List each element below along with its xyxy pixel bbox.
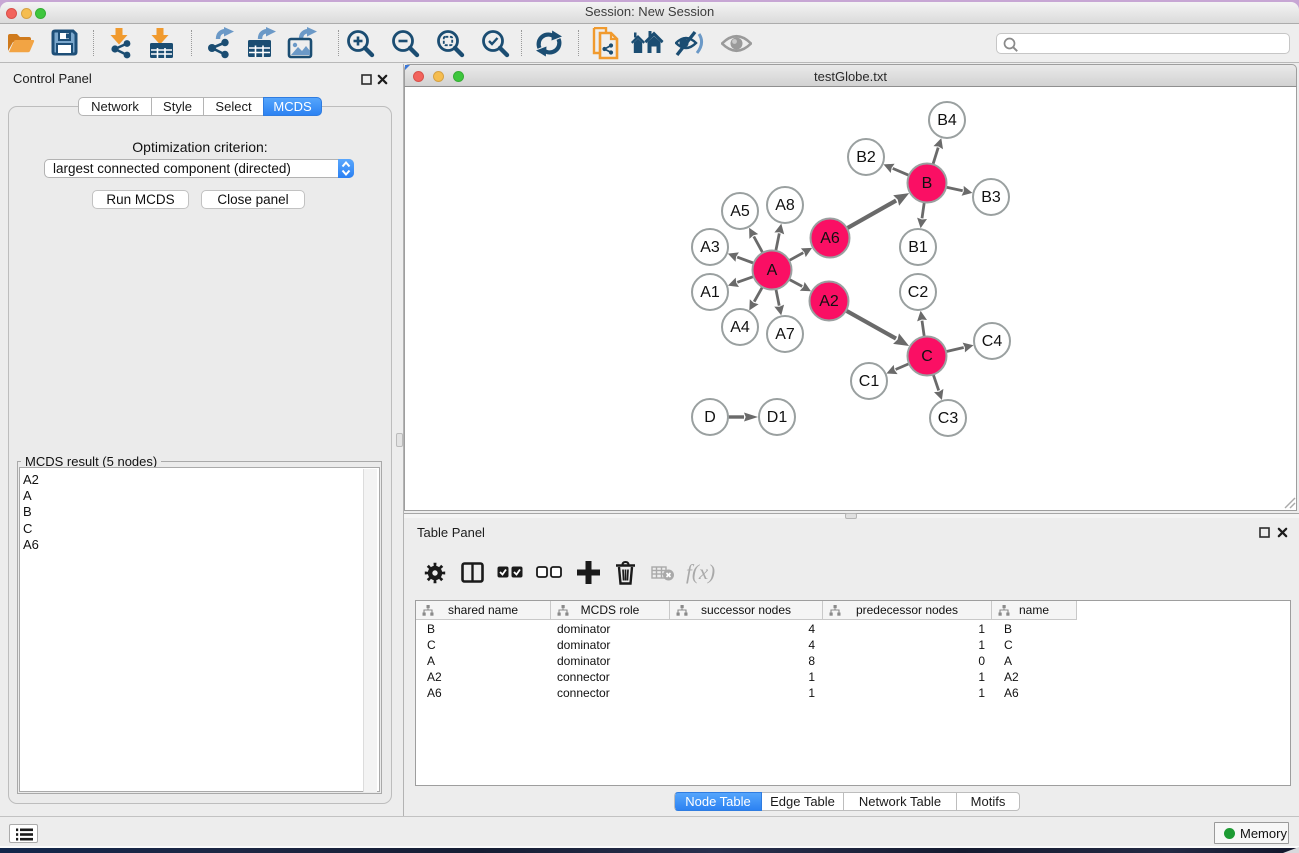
- svg-text:A7: A7: [775, 326, 795, 343]
- svg-text:C2: C2: [908, 284, 929, 301]
- svg-text:B3: B3: [981, 189, 1001, 206]
- svg-text:C3: C3: [938, 410, 959, 427]
- svg-text:A5: A5: [730, 203, 750, 220]
- svg-text:A1: A1: [700, 284, 720, 301]
- svg-text:A6: A6: [820, 230, 840, 247]
- svg-text:D1: D1: [767, 409, 788, 426]
- svg-text:B2: B2: [856, 149, 876, 166]
- svg-text:B: B: [922, 175, 933, 192]
- svg-text:A8: A8: [775, 197, 795, 214]
- svg-text:A4: A4: [730, 319, 750, 336]
- svg-text:A: A: [767, 262, 778, 279]
- svg-text:C4: C4: [982, 333, 1003, 350]
- svg-text:C: C: [921, 348, 933, 365]
- svg-text:D: D: [704, 409, 716, 426]
- svg-text:A2: A2: [819, 293, 839, 310]
- svg-text:C1: C1: [859, 373, 880, 390]
- svg-text:B1: B1: [908, 239, 928, 256]
- svg-text:A3: A3: [700, 239, 720, 256]
- svg-text:B4: B4: [937, 112, 957, 129]
